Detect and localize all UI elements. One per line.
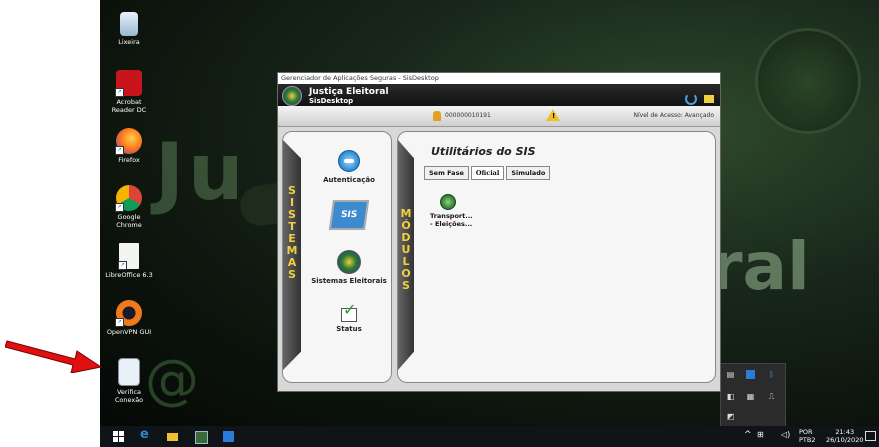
label-letter: S xyxy=(288,268,296,281)
usb-icon[interactable]: ⎍ xyxy=(767,392,776,401)
sistemas-vertical-label: S I S T E M A S xyxy=(286,185,298,281)
clock-date: 26/10/2020 xyxy=(826,436,864,444)
taskbar: e ^ ⊞ ◁) POR PTB2 21:43 26/10/2020 xyxy=(100,426,879,447)
sistema-eleitorais[interactable]: Sistemas Eleitorais xyxy=(309,250,389,285)
tray-overflow-popup: ▤ ᛒ ◧ ▦ ⎍ ◩ xyxy=(720,363,786,426)
warning-mark: ! xyxy=(552,112,556,120)
sis-icon: SIS xyxy=(328,200,370,230)
user-icon xyxy=(433,111,441,121)
desktop-icon-chrome[interactable]: ↗ Google Chrome xyxy=(104,185,154,229)
app-name: SisDesktop xyxy=(309,97,354,105)
keyboard-layout: PTB2 xyxy=(799,436,816,444)
brand-name: Justiça Eleitoral xyxy=(309,87,389,97)
phase-tabs: Sem Fase Oficial Simulado xyxy=(424,166,551,180)
tray-app-icon[interactable]: ▦ xyxy=(746,392,755,401)
folder-icon[interactable] xyxy=(704,94,714,103)
window-title[interactable]: Gerenciador de Aplicações Seguras - SisD… xyxy=(278,73,720,84)
status-bar: 000000010191 ! Nível de Acesso: Avançado xyxy=(278,106,720,127)
chevron-up-icon[interactable]: ^ xyxy=(744,430,752,440)
bluetooth-icon[interactable]: ᛒ xyxy=(767,370,776,379)
volume-icon[interactable]: ◁) xyxy=(781,430,790,439)
desktop-icon-label: OpenVPN GUI xyxy=(106,328,152,336)
chrome-icon: ↗ xyxy=(115,185,142,212)
desktop-icon-label: Acrobat Reader DC xyxy=(111,98,147,114)
tray-app-icon[interactable] xyxy=(746,370,755,379)
red-arrow-annotation xyxy=(5,340,103,373)
sistema-label: Autenticação xyxy=(323,176,375,184)
language-indicator[interactable]: POR PTB2 xyxy=(799,428,816,444)
module-transporte[interactable]: Transport... - Eleições... xyxy=(430,194,490,228)
desktop-icon-label: Lixeira xyxy=(118,38,140,46)
label-letter: S xyxy=(402,279,410,292)
verifica-conexao-icon xyxy=(118,358,140,386)
acrobat-icon: ↗ xyxy=(115,70,142,97)
desktop-icon-label: Verifica Conexão xyxy=(114,388,144,404)
desktop-icon-recycle-bin[interactable]: Lixeira xyxy=(104,12,154,46)
sistema-label: Sistemas Eleitorais xyxy=(311,277,387,285)
modulos-vertical-label: M Ó D U L O S xyxy=(400,208,412,292)
background-word-left: Ju xyxy=(155,128,248,218)
desktop-icon-label: Google Chrome xyxy=(116,213,142,229)
desktop-icon-verifica-conexao[interactable]: Verifica Conexão xyxy=(104,358,154,404)
user-code: 000000010191 xyxy=(445,112,491,119)
app-header: Justiça Eleitoral SisDesktop xyxy=(278,84,720,106)
sistema-autenticacao[interactable]: Autenticação xyxy=(309,150,389,184)
sistema-label: Status xyxy=(336,325,362,333)
background-word-right: ral xyxy=(710,228,810,305)
desktop-icon-openvpn[interactable]: ↗ OpenVPN GUI xyxy=(104,300,154,336)
desktop-icon-acrobat[interactable]: ↗ Acrobat Reader DC xyxy=(104,70,154,114)
module-label-line2: - Eleições... xyxy=(430,220,473,228)
recycle-bin-icon xyxy=(120,12,138,36)
sistema-sis[interactable]: SIS xyxy=(309,200,389,230)
language-code: POR xyxy=(799,428,813,436)
justica-eleitoral-logo xyxy=(282,86,302,106)
clock[interactable]: 21:43 26/10/2020 xyxy=(826,428,863,444)
windows-start-icon[interactable] xyxy=(113,431,124,442)
module-label-line1: Transport... xyxy=(430,212,473,220)
access-level: Nível de Acesso: Avançado xyxy=(633,112,714,119)
modulos-title: Utilitários do SIS xyxy=(431,145,536,158)
clock-time: 21:43 xyxy=(835,428,855,436)
status-check-icon: ✓ xyxy=(338,302,360,322)
sistema-status[interactable]: ✓ Status xyxy=(309,302,389,334)
tray-app-icon[interactable]: ◧ xyxy=(726,392,735,401)
tray-app-icon[interactable]: ▤ xyxy=(726,370,735,379)
desktop-icon-libreoffice[interactable]: ↗ LibreOffice 6.3 xyxy=(104,243,154,279)
tray-app-icon[interactable]: ◩ xyxy=(726,412,735,421)
edge-icon[interactable]: e xyxy=(140,428,151,442)
transport-module-icon xyxy=(440,194,456,210)
header-actions xyxy=(684,88,714,107)
notification-center-icon[interactable] xyxy=(865,431,876,441)
openvpn-icon: ↗ xyxy=(115,300,142,327)
desktop-icon-firefox[interactable]: ↗ Firefox xyxy=(104,128,154,164)
tab-sem-fase[interactable]: Sem Fase xyxy=(424,166,469,180)
sisdesktop-taskbar-icon[interactable] xyxy=(195,431,208,444)
sistemas-panel: S I S T E M A S Autenticação SIS Sistema… xyxy=(282,131,392,383)
refresh-icon[interactable] xyxy=(684,92,697,105)
network-icon[interactable]: ⊞ xyxy=(757,430,764,439)
desktop-icon-label: LibreOffice 6.3 xyxy=(105,271,153,279)
modulos-panel: M Ó D U L O S Utilitários do SIS Sem Fas… xyxy=(397,131,716,383)
firefox-icon: ↗ xyxy=(115,128,142,155)
file-explorer-icon[interactable] xyxy=(167,433,178,441)
document-taskbar-icon[interactable] xyxy=(223,431,234,442)
libreoffice-icon: ↗ xyxy=(118,243,139,270)
sisdesktop-window: Gerenciador de Aplicações Seguras - SisD… xyxy=(277,72,721,392)
phone-auth-icon xyxy=(338,150,360,172)
electoral-emblem-icon xyxy=(337,250,361,274)
background-emblem xyxy=(755,28,861,134)
desktop-icon-label: Firefox xyxy=(118,156,140,164)
tab-oficial[interactable]: Oficial xyxy=(470,166,505,180)
tab-simulado[interactable]: Simulado xyxy=(506,166,551,180)
